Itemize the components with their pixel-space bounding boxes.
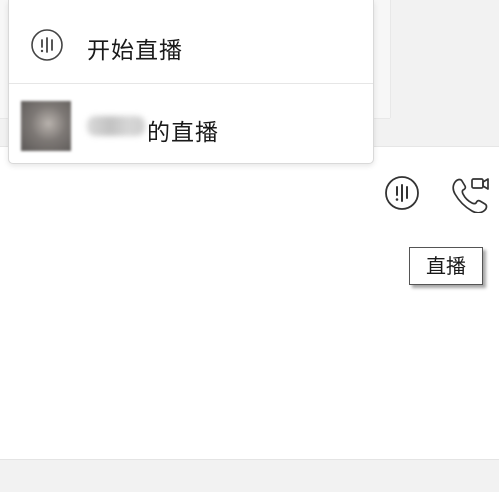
bottom-panel: [0, 459, 499, 492]
tooltip: 直播: [409, 247, 483, 285]
live-button[interactable]: [384, 175, 420, 211]
avatar: [21, 101, 71, 151]
menu-item-label: 的直播: [147, 120, 219, 146]
video-call-icon: [452, 178, 489, 214]
menu-item-label: 开始直播: [87, 38, 183, 64]
live-icon: [30, 28, 64, 62]
live-icon: [385, 176, 419, 210]
blurred-username: [87, 116, 145, 136]
divider: [390, 0, 391, 118]
menu-item-start-live[interactable]: 开始直播: [9, 6, 373, 82]
video-call-button[interactable]: [450, 173, 490, 214]
menu-item-user-live[interactable]: 的直播: [9, 84, 373, 164]
live-dropdown-menu: 开始直播 的直播: [8, 0, 374, 164]
